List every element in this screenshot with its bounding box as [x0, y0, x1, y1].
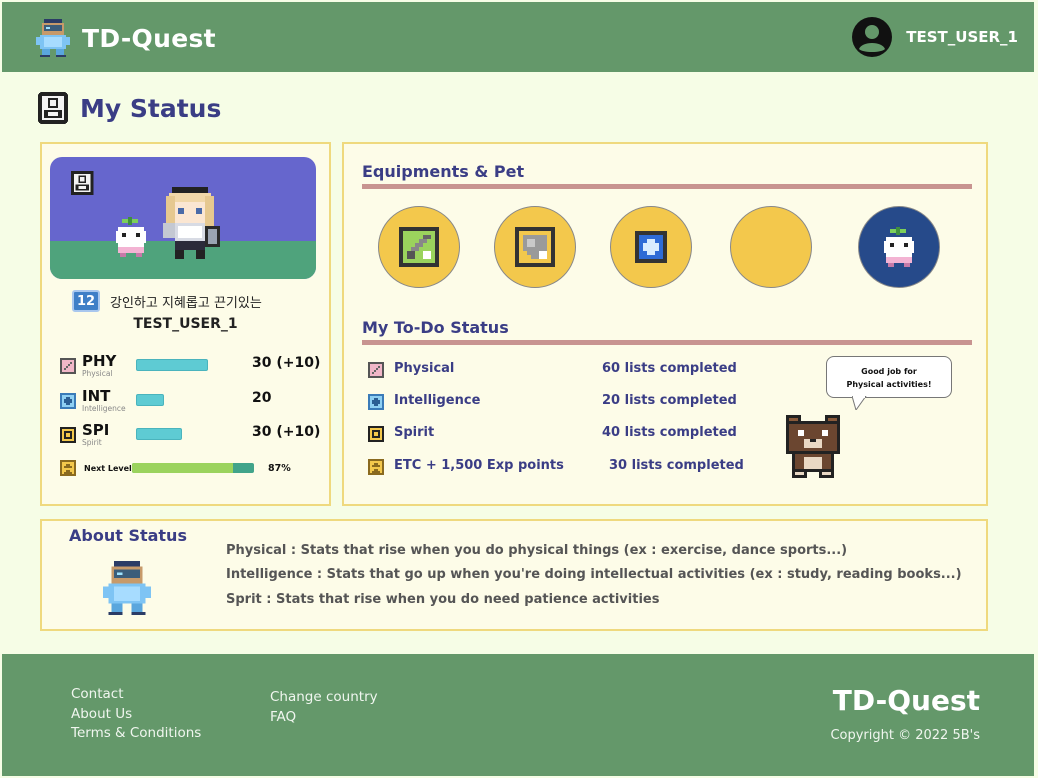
stat-row-physical: PHY Physical 30 (+10) [60, 352, 322, 384]
copyright: Copyright © 2022 5B's [830, 728, 980, 743]
stat-bar [136, 359, 208, 371]
pixel-robot-icon [102, 561, 152, 615]
physical-icon [60, 358, 76, 374]
character-name: TEST_USER_1 [133, 316, 238, 332]
stat-row-intelligence: INT Intelligence 20 [60, 387, 322, 419]
speech-line: Physical activities! [846, 380, 932, 389]
about-title: About Status [69, 526, 187, 545]
stat-bar [136, 394, 164, 406]
todo-section-title: My To-Do Status [362, 318, 509, 337]
footer-link-contact[interactable]: Contact [71, 686, 124, 702]
status-badge-icon [70, 171, 94, 195]
footer: Contact About Us Terms & Conditions Chan… [2, 654, 1034, 776]
footer-link-terms[interactable]: Terms & Conditions [71, 725, 201, 741]
status-badge-icon [38, 92, 68, 124]
stat-row-spirit: SPI Spirit 30 (+10) [60, 421, 322, 453]
next-level-progress-fill [132, 463, 234, 473]
equip-slot-pet[interactable] [858, 206, 940, 288]
speech-bubble-tail [852, 396, 867, 410]
about-line: Sprit : Stats that rise when you do need… [226, 592, 660, 607]
stat-full-name: Spirit [82, 438, 102, 447]
user-menu[interactable]: TEST_USER_1 [852, 17, 1018, 57]
equipment-section-title: Equipments & Pet [362, 162, 525, 181]
stat-value: 30 (+10) [252, 355, 321, 371]
spirit-icon [60, 427, 76, 443]
character-card [50, 157, 316, 279]
section-divider [362, 340, 972, 345]
level-row: 12 강인하고 지혜롭고 끈기있는 [72, 290, 262, 312]
stat-full-name: Physical [82, 369, 113, 378]
sprout-pet-icon [116, 217, 146, 257]
todo-count: 20 lists completed [602, 393, 737, 408]
todo-count: 40 lists completed [602, 425, 737, 440]
todo-label: Spirit [394, 425, 435, 440]
sprout-pet-icon [884, 227, 914, 267]
equip-slot-weapon[interactable] [378, 206, 460, 288]
intelligence-icon [60, 393, 76, 409]
pixel-robot-icon [36, 19, 70, 57]
page-title-row: My Status [38, 92, 221, 124]
spirit-icon [368, 426, 384, 442]
equipment-todo-panel: Equipments & Pet My To-Do Status Physica… [342, 142, 988, 506]
stat-bar [136, 428, 182, 440]
top-nav: TD-Quest TEST_USER_1 [2, 2, 1034, 72]
app-name: TD-Quest [82, 23, 216, 53]
todo-label: ETC + 1,500 Exp points [394, 458, 564, 473]
etc-icon [368, 459, 384, 475]
todo-label: Intelligence [394, 393, 481, 408]
about-status-panel: About Status Physical : Stats that rise … [40, 519, 988, 631]
username: TEST_USER_1 [906, 28, 1018, 46]
stat-full-name: Intelligence [82, 404, 126, 413]
next-level-progress [132, 463, 254, 473]
next-level-percent: 87% [268, 463, 291, 474]
user-avatar-icon [852, 17, 893, 57]
about-line: Physical : Stats that rise when you do p… [226, 543, 848, 558]
about-line: Intelligence : Stats that go up when you… [226, 567, 962, 582]
intelligence-icon [368, 394, 384, 410]
todo-row-physical: Physical 60 lists completed [368, 361, 768, 381]
todo-count: 60 lists completed [602, 361, 737, 376]
footer-brand: TD-Quest [832, 684, 980, 717]
character-panel: 12 강인하고 지혜롭고 끈기있는 TEST_USER_1 PHY Physic… [40, 142, 331, 506]
stat-value: 30 (+10) [252, 424, 321, 440]
footer-link-faq[interactable]: FAQ [270, 709, 296, 725]
speech-bubble: Good job for Physical activities! [826, 356, 952, 398]
next-level-label: Next Level [84, 464, 132, 473]
todo-row-spirit: Spirit 40 lists completed [368, 425, 768, 445]
section-divider [362, 184, 972, 189]
brand[interactable]: TD-Quest [36, 19, 216, 57]
crystal-icon [635, 231, 667, 263]
equip-slot-accessory[interactable] [610, 206, 692, 288]
todo-row-etc: ETC + 1,500 Exp points 30 lists complete… [368, 458, 768, 478]
speech-line: Good job for [861, 367, 917, 376]
level-badge: 12 [72, 290, 100, 312]
equip-slot-armor[interactable] [494, 206, 576, 288]
stat-abbr: SPI [82, 421, 110, 439]
bear-mascot-icon [786, 415, 840, 478]
next-level-icon [60, 460, 76, 476]
sword-icon [399, 227, 439, 267]
shield-icon [515, 227, 555, 267]
stat-abbr: PHY [82, 352, 117, 370]
todo-row-intelligence: Intelligence 20 lists completed [368, 393, 768, 413]
next-level-row: Next Level 87% [60, 460, 322, 480]
todo-label: Physical [394, 361, 455, 376]
player-avatar-sprite [163, 187, 220, 259]
footer-link-about-us[interactable]: About Us [71, 706, 132, 722]
page-title: My Status [80, 93, 222, 123]
todo-count: 30 lists completed [609, 458, 744, 473]
stat-value: 20 [252, 390, 272, 406]
equip-slot-empty[interactable] [730, 206, 812, 288]
footer-link-change-country[interactable]: Change country [270, 689, 378, 705]
physical-icon [368, 362, 384, 378]
character-title: 강인하고 지혜롭고 끈기있는 [110, 295, 262, 311]
stat-abbr: INT [82, 387, 111, 405]
